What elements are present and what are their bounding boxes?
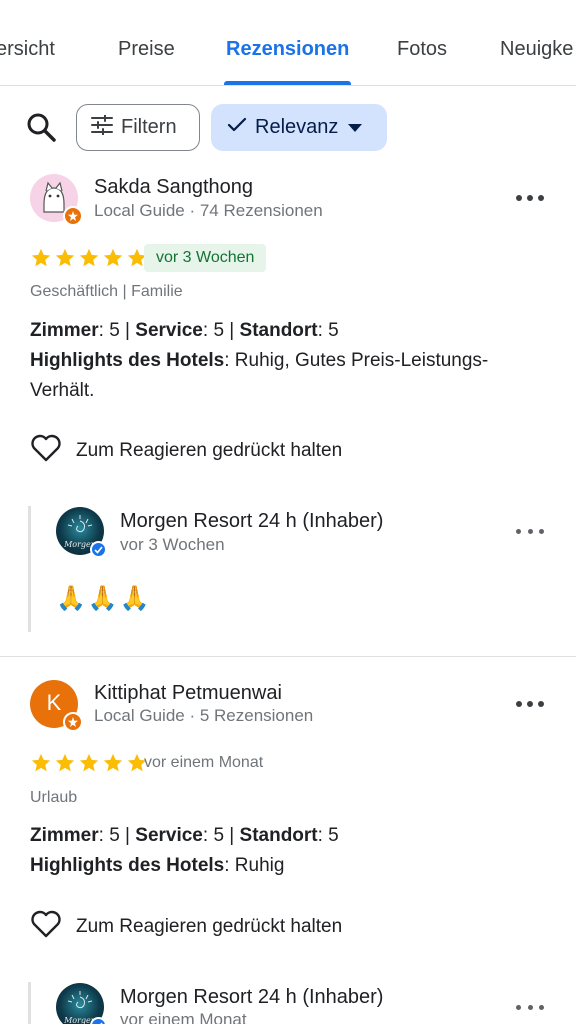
owner-avatar[interactable]: Morgen [56,507,107,558]
tab-prices[interactable]: Preise [118,38,175,61]
react-label: Zum Reagieren gedrückt halten [76,440,343,461]
owner-reply-time: vor einem Monat [120,1010,247,1024]
more-options-icon[interactable] [516,193,544,203]
heart-icon [30,434,62,468]
verified-icon [90,1017,107,1024]
highlights-line: Highlights des Hotels: Ruhig, Gutes Prei… [30,350,489,371]
tab-bar: ersicht Preise Rezensionen Fotos Neuigke [0,0,576,86]
owner-name: Morgen Resort 24 h (Inhaber) [120,986,384,1008]
owner-name: Morgen Resort 24 h (Inhaber) [120,510,384,532]
reviewer-name[interactable]: Kittiphat Petmuenwai [94,682,282,705]
filter-chip-label: Filtern [121,116,177,138]
tab-overview[interactable]: ersicht [0,38,55,61]
review-time-badge: vor 3 Wochen [144,244,267,272]
reviewer-meta: Local Guide · 5 Rezensionen [94,706,314,725]
owner-more-options-icon[interactable] [516,1002,544,1012]
filter-chip[interactable]: Filtern [76,104,200,151]
tab-news[interactable]: Neuigke [500,38,573,61]
react-button[interactable]: Zum Reagieren gedrückt halten [30,434,342,468]
owner-reply-bar [28,506,31,632]
reviewer-name[interactable]: Sakda Sangthong [94,176,253,199]
sort-chip[interactable]: Relevanz [211,104,387,151]
search-icon[interactable] [24,110,58,144]
review-time: vor einem Monat [144,754,264,771]
trip-type: Geschäftlich | Familie [30,283,183,300]
tune-icon [91,113,113,141]
heart-icon [30,910,62,944]
star-icon [79,753,99,772]
reviewer-avatar[interactable]: K [30,680,83,732]
owner-reply-text: 🙏🙏🙏 [56,585,152,612]
star-rating [30,247,148,269]
star-icon [55,753,75,772]
ratings-line: Zimmer: 5 | Service: 5 | Standort: 5 [30,320,339,341]
verified-icon [90,541,107,558]
reviewer-avatar[interactable] [30,174,83,226]
review-divider [0,656,576,657]
sort-chip-label: Relevanz [255,116,339,138]
highlights-line: Highlights des Hotels: Ruhig [30,855,285,876]
active-tab-indicator [224,81,351,85]
star-icon [103,753,123,772]
local-guide-badge-icon [63,712,83,732]
star-icon [31,753,51,772]
owner-reply-time: vor 3 Wochen [120,535,225,554]
local-guide-badge-icon [63,206,83,226]
star-icon [103,248,123,267]
owner-more-options-icon[interactable] [516,526,544,536]
check-icon [227,116,247,139]
reviewer-meta: Local Guide · 74 Rezensionen [94,201,323,220]
star-icon [79,248,99,267]
dropdown-arrow-icon [348,123,363,132]
react-button[interactable]: Zum Reagieren gedrückt halten [30,910,342,944]
tab-photos[interactable]: Fotos [397,38,447,61]
trip-type: Urlaub [30,789,78,806]
star-rating [30,752,148,774]
ratings-line: Zimmer: 5 | Service: 5 | Standort: 5 [30,825,339,846]
highlights-line-cont: Verhält. [30,380,95,401]
tab-reviews[interactable]: Rezensionen [226,38,349,61]
more-options-icon[interactable] [516,699,544,709]
react-label: Zum Reagieren gedrückt halten [76,916,343,937]
star-icon [55,248,75,267]
owner-avatar[interactable]: Morgen [56,983,107,1024]
star-icon [31,248,51,267]
owner-reply-bar [28,982,31,1024]
